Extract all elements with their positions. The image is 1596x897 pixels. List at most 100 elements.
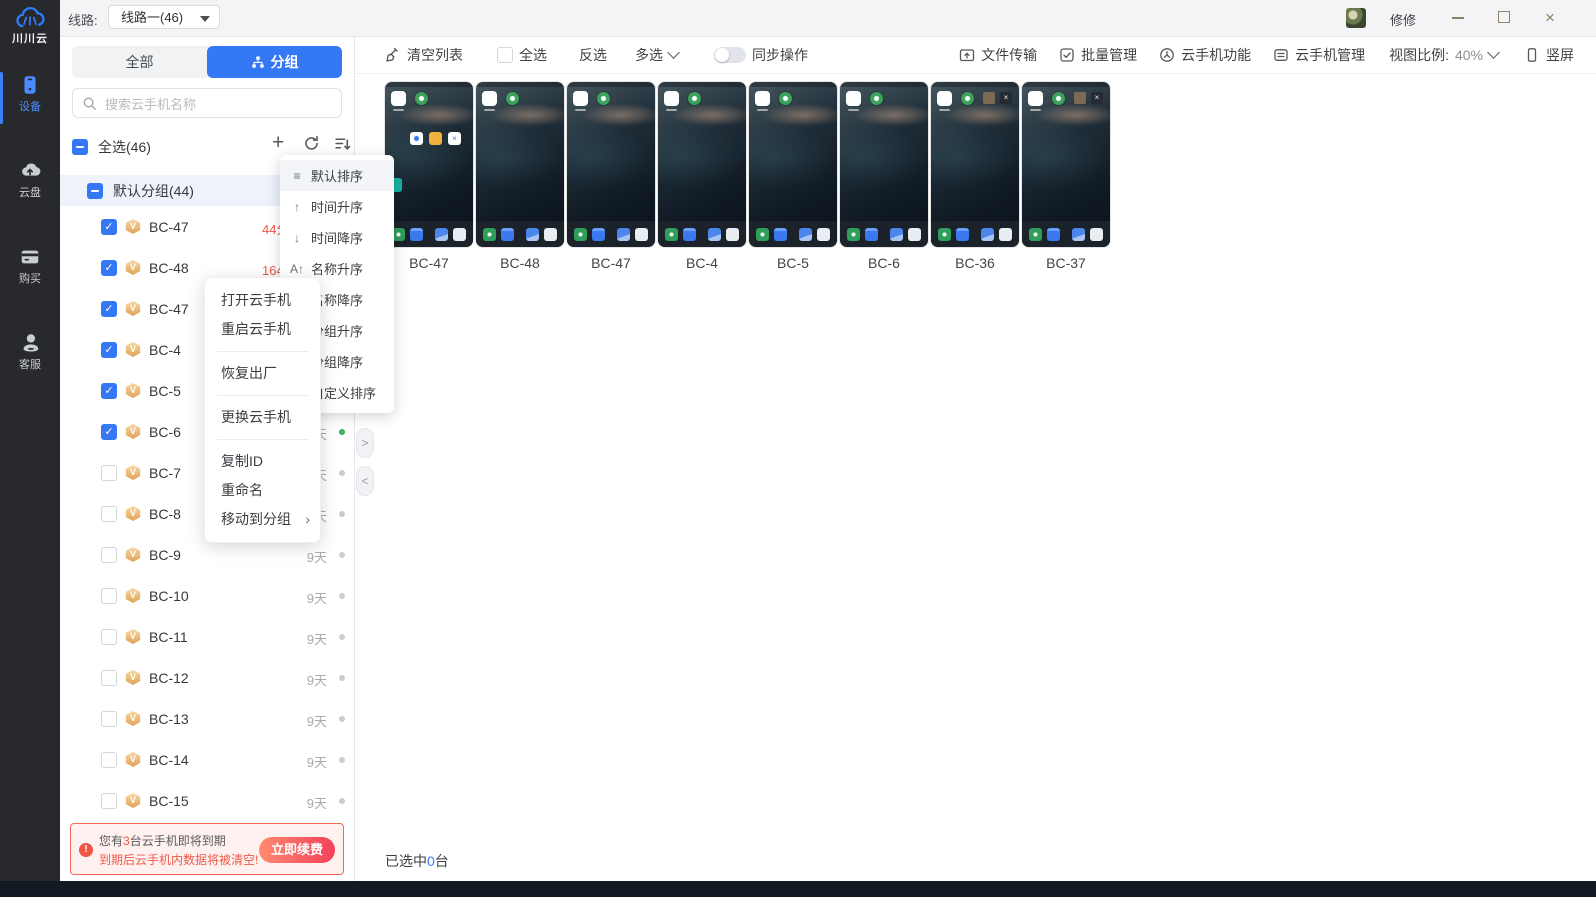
phone-thumbnail[interactable]: × BC-47 (385, 82, 473, 271)
minimize-button[interactable] (1448, 8, 1468, 28)
invert-select-button[interactable]: 反选 (579, 45, 607, 65)
clear-list-button[interactable]: 清空列表 (385, 45, 463, 65)
status-dot (339, 593, 345, 599)
phone-thumbnail[interactable]: BC-5 (749, 82, 837, 271)
menu-item-replace-phone[interactable]: 更换云手机 (205, 403, 320, 432)
search-input[interactable] (103, 90, 327, 118)
status-dot (339, 429, 345, 435)
file-transfer-button[interactable]: 文件传输 (959, 45, 1037, 65)
phone-screen: × (1022, 82, 1110, 247)
phone-thumbnail[interactable]: BC-6 (840, 82, 928, 271)
view-ratio-dropdown[interactable]: 视图比例: 40% (1389, 45, 1500, 65)
vip-badge-icon: V (125, 752, 141, 767)
status-dot (339, 511, 345, 517)
sort-icon[interactable] (334, 135, 351, 157)
device-checkbox[interactable] (101, 628, 117, 645)
phone-thumbnail[interactable]: × BC-37 (1022, 82, 1110, 271)
refresh-icon[interactable] (303, 135, 320, 157)
sidebar-item-cloud-disk[interactable]: 云盘 (0, 156, 60, 214)
device-checkbox[interactable] (101, 382, 117, 399)
portrait-mode-button[interactable]: 竖屏 (1524, 45, 1574, 65)
device-checkbox[interactable] (101, 259, 117, 276)
phone-thumbnail[interactable]: × BC-36 (931, 82, 1019, 271)
device-checkbox[interactable] (101, 300, 117, 317)
device-checkbox[interactable] (101, 587, 117, 604)
menu-item-rename[interactable]: 重命名 (205, 476, 320, 505)
sidebar-item-label: 购买 (19, 273, 41, 285)
device-row[interactable]: V BC-15 9天 (60, 780, 354, 821)
device-row[interactable]: V BC-11 9天 (60, 616, 354, 657)
expand-panel-handle[interactable]: > (356, 428, 374, 458)
phone-thumbnail[interactable]: BC-4 (658, 82, 746, 271)
device-checkbox[interactable] (101, 505, 117, 522)
menu-divider (217, 395, 308, 396)
device-checkbox[interactable] (101, 751, 117, 768)
vip-badge-icon: V (125, 670, 141, 685)
phone-screen (840, 82, 928, 247)
maximize-button[interactable] (1494, 8, 1514, 28)
tab-groups[interactable]: 分组 (207, 46, 342, 78)
user-avatar[interactable] (1346, 8, 1366, 28)
device-row[interactable]: V BC-12 9天 (60, 657, 354, 698)
select-all-main-checkbox[interactable] (497, 46, 513, 63)
multi-select-dropdown[interactable]: 多选 (635, 45, 680, 65)
group-checkbox[interactable] (87, 182, 103, 199)
sidebar-item-devices[interactable]: 设备 (0, 70, 60, 128)
vip-badge-icon: V (125, 506, 141, 521)
select-all-toolbar[interactable]: 全选 (497, 45, 547, 65)
device-checkbox[interactable] (101, 423, 117, 440)
context-menu: 打开云手机 重启云手机 恢复出厂 更换云手机 复制ID 重命名 移动到分组 › (204, 277, 321, 543)
close-button[interactable]: × (1540, 8, 1560, 28)
device-checkbox[interactable] (101, 546, 117, 563)
batch-manage-button[interactable]: 批量管理 (1059, 45, 1137, 65)
tab-all[interactable]: 全部 (72, 46, 207, 78)
device-checkbox[interactable] (101, 710, 117, 727)
vip-badge-icon: V (125, 383, 141, 398)
menu-item-time-asc[interactable]: ↑ 时间升序 (280, 191, 394, 222)
device-row[interactable]: V BC-14 9天 (60, 739, 354, 780)
customer-service-icon (23, 334, 39, 352)
device-checkbox[interactable] (101, 218, 117, 235)
device-name: BC-47 (149, 218, 189, 235)
device-name: BC-13 (149, 710, 189, 727)
main-area: 清空列表 全选 反选 多选 同步操作 文件传输 批量管理 云手机功能 云手机管理 (355, 36, 1596, 881)
device-checkbox[interactable] (101, 341, 117, 358)
device-name: BC-8 (149, 505, 181, 522)
cloud-phone-manage-button[interactable]: 云手机管理 (1273, 45, 1365, 65)
vip-badge-icon: V (125, 711, 141, 726)
device-checkbox[interactable] (101, 464, 117, 481)
portrait-icon (1527, 47, 1537, 62)
sync-toggle[interactable] (714, 46, 746, 63)
menu-item-copy-id[interactable]: 复制ID (205, 447, 320, 476)
cloud-phone-features-button[interactable]: 云手机功能 (1159, 45, 1251, 65)
menu-item-factory-reset[interactable]: 恢复出厂 (205, 359, 320, 388)
menu-item-default-sort[interactable]: ≡ 默认排序 (280, 160, 394, 191)
status-dot (339, 470, 345, 476)
renew-button[interactable]: 立即续费 (259, 837, 335, 863)
cloud-disk-icon (22, 163, 41, 176)
vip-badge-icon: V (125, 629, 141, 644)
menu-item-restart-phone[interactable]: 重启云手机 (205, 315, 320, 344)
cloud-phone-manage-icon (1274, 48, 1288, 61)
device-checkbox[interactable] (101, 792, 117, 809)
device-name: BC-47 (149, 300, 189, 317)
device-row[interactable]: V BC-13 9天 (60, 698, 354, 739)
select-all-checkbox[interactable] (72, 139, 88, 155)
collapse-panel-handle[interactable]: < (356, 466, 374, 496)
device-expire: 9天 (306, 550, 327, 565)
titlebar: 线路: 线路一(46) 修修 × (60, 0, 1596, 37)
batch-manage-icon (1060, 47, 1074, 62)
menu-item-open-phone[interactable]: 打开云手机 (205, 286, 320, 315)
sidebar-item-purchase[interactable]: 购买 (0, 242, 60, 300)
sync-operation-toggle-group: 同步操作 (714, 45, 808, 65)
menu-item-time-desc[interactable]: ↓ 时间降序 (280, 222, 394, 253)
line-select[interactable]: 线路一(46) (108, 5, 220, 29)
expiry-notice: ! 您有3台云手机即将到期 到期后云手机内数据将被清空! 立即续费 (70, 823, 344, 875)
sidebar-item-support[interactable]: 客服 (0, 328, 60, 386)
phone-thumbnail[interactable]: BC-47 (567, 82, 655, 271)
phone-thumbnail[interactable]: BC-48 (476, 82, 564, 271)
add-group-icon[interactable]: + (272, 132, 284, 154)
menu-item-move-to-group[interactable]: 移动到分组 › (205, 505, 320, 534)
device-row[interactable]: V BC-10 9天 (60, 575, 354, 616)
device-checkbox[interactable] (101, 669, 117, 686)
